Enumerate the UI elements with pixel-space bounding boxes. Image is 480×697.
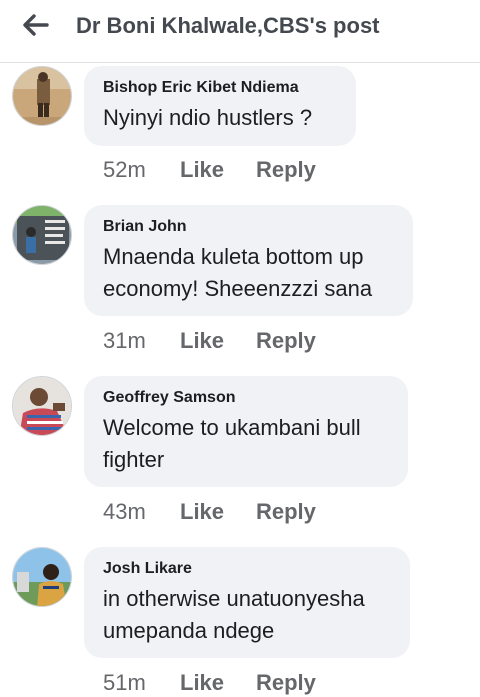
page-title: Dr Boni Khalwale,CBS's post — [76, 13, 380, 38]
like-button[interactable]: Like — [180, 157, 256, 183]
reply-button[interactable]: Reply — [256, 499, 316, 525]
comment-timestamp: 51m — [103, 670, 146, 695]
comment-text: Welcome to ukambani bull fighter — [103, 415, 361, 472]
arrow-left-icon — [23, 14, 49, 36]
comment-actions: 43m Like Reply — [103, 499, 316, 525]
comment-actions: 52m Like Reply — [103, 157, 316, 183]
comment-bubble: Brian John Mnaenda kuleta bottom up econ… — [84, 205, 413, 316]
avatar[interactable] — [12, 66, 72, 126]
post-comments-page: Dr Boni Khalwale,CBS's post Bishop Eric … — [0, 0, 480, 697]
reply-button[interactable]: Reply — [256, 670, 316, 696]
comment-text: Mnaenda kuleta bottom up economy! Sheeen… — [103, 244, 373, 301]
comment-text: Nyinyi ndio hustlers ? — [103, 105, 313, 130]
comment-actions: 51m Like Reply — [103, 670, 316, 696]
avatar[interactable] — [12, 376, 72, 436]
comment-author[interactable]: Bishop Eric Kibet Ndiema — [103, 78, 338, 98]
like-button[interactable]: Like — [180, 328, 256, 354]
like-button[interactable]: Like — [180, 499, 256, 525]
comment-bubble: Josh Likare in otherwise unatuonyesha um… — [84, 547, 410, 658]
reply-button[interactable]: Reply — [256, 328, 316, 354]
comment-timestamp: 43m — [103, 499, 146, 524]
top-bar: Dr Boni Khalwale,CBS's post — [0, 0, 480, 63]
comment-author[interactable]: Brian John — [103, 217, 395, 237]
comment-actions: 31m Like Reply — [103, 328, 316, 354]
comment-timestamp: 52m — [103, 157, 146, 182]
comment-timestamp: 31m — [103, 328, 146, 353]
reply-button[interactable]: Reply — [256, 157, 316, 183]
avatar[interactable] — [12, 547, 72, 607]
comment-bubble: Geoffrey Samson Welcome to ukambani bull… — [84, 376, 408, 487]
comment-author[interactable]: Geoffrey Samson — [103, 388, 390, 408]
like-button[interactable]: Like — [180, 670, 256, 696]
back-button[interactable] — [18, 10, 54, 40]
avatar[interactable] — [12, 205, 72, 265]
comment-text: in otherwise unatuonyesha umepanda ndege — [103, 586, 365, 643]
comment-bubble: Bishop Eric Kibet Ndiema Nyinyi ndio hus… — [84, 66, 356, 146]
comment-author[interactable]: Josh Likare — [103, 559, 392, 579]
